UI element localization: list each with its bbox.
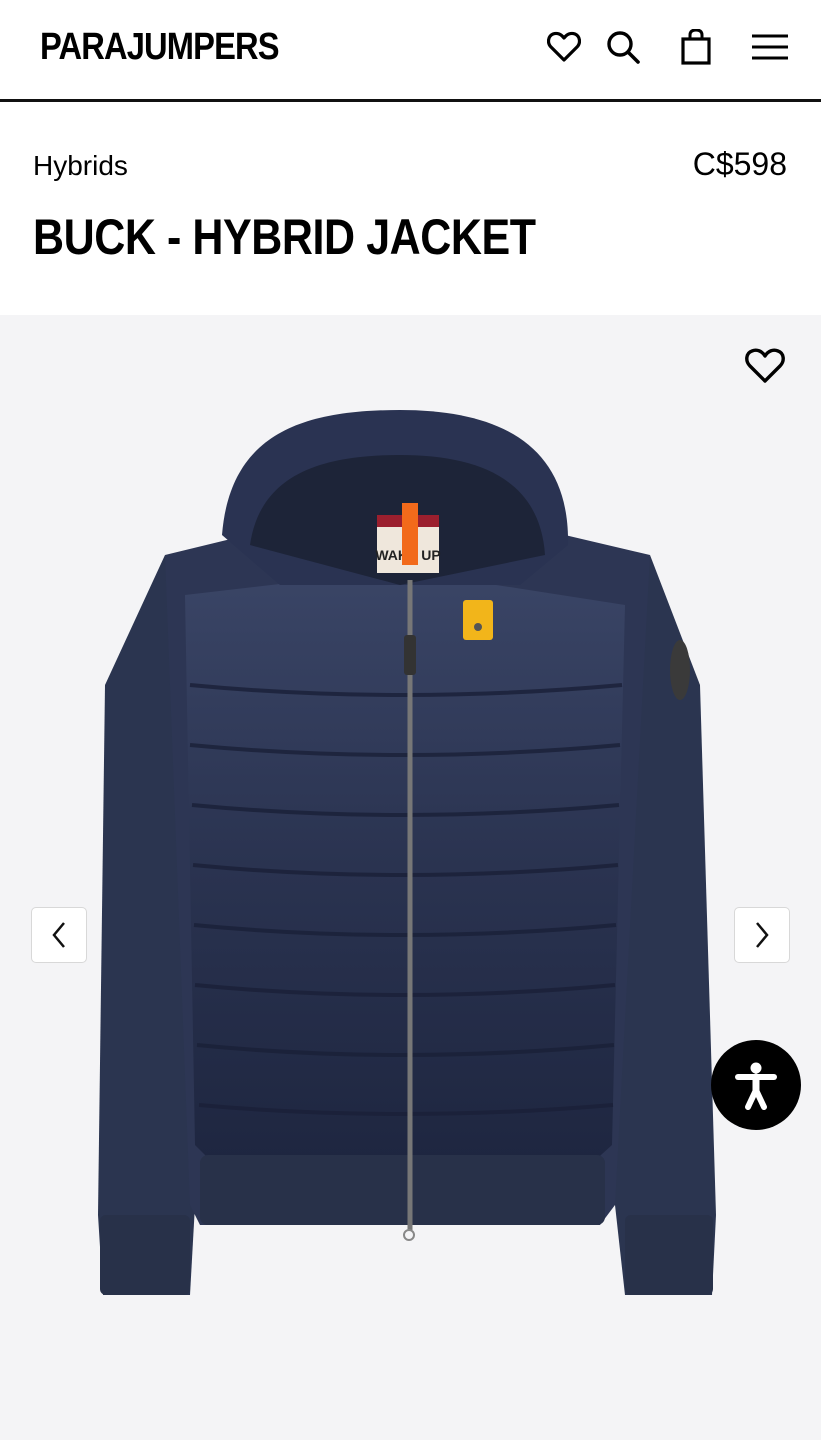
brand-logo[interactable]: PARAJUMPERS	[40, 26, 280, 69]
heart-icon	[745, 348, 785, 383]
product-category[interactable]: Hybrids	[33, 150, 128, 182]
product-image-gallery[interactable]: WAKE UP	[0, 315, 821, 1440]
wishlist-button[interactable]	[545, 28, 583, 66]
search-icon	[607, 31, 640, 64]
cart-button[interactable]	[677, 28, 715, 66]
next-image-button[interactable]	[734, 907, 790, 963]
hamburger-menu-icon	[752, 34, 788, 60]
product-image: WAKE UP	[98, 410, 716, 1295]
product-info: Hybrids C$598 BUCK - HYBRID JACKET	[0, 102, 821, 315]
shopping-bag-icon	[681, 29, 711, 65]
menu-button[interactable]	[750, 28, 790, 66]
accessibility-button[interactable]	[711, 1040, 801, 1130]
chevron-right-icon	[756, 922, 769, 948]
previous-image-button[interactable]	[31, 907, 87, 963]
add-to-wishlist-button[interactable]	[742, 345, 788, 387]
chevron-left-icon	[52, 922, 65, 948]
accessibility-icon	[735, 1062, 777, 1110]
site-header: PARAJUMPERS	[0, 0, 821, 102]
product-title: BUCK - HYBRID JACKET	[33, 209, 536, 265]
heart-icon	[547, 31, 581, 62]
search-button[interactable]	[604, 28, 642, 66]
product-price: C$598	[692, 146, 787, 182]
